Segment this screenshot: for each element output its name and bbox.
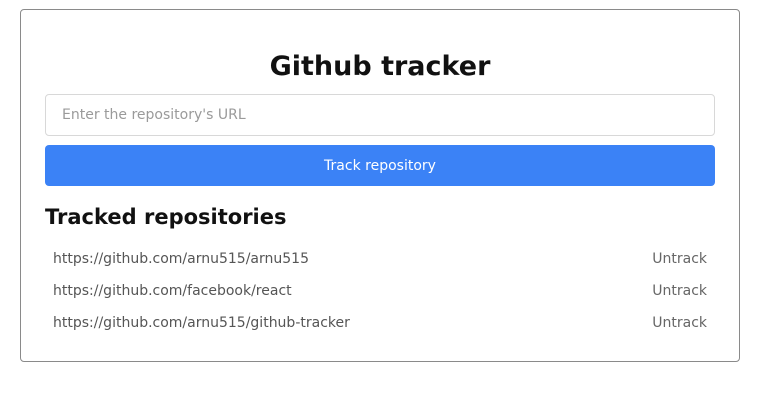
list-item: https://github.com/arnu515/arnu515 Untra… — [45, 243, 715, 275]
untrack-button[interactable]: Untrack — [652, 251, 707, 267]
repository-url: https://github.com/arnu515/arnu515 — [53, 251, 309, 267]
track-repository-button[interactable]: Track repository — [45, 145, 715, 186]
untrack-button[interactable]: Untrack — [652, 315, 707, 331]
page-title: Github tracker — [269, 51, 491, 82]
repository-url-input[interactable] — [45, 94, 715, 136]
list-item: https://github.com/facebook/react Untrac… — [45, 275, 715, 307]
tracked-repositories-heading: Tracked repositories — [45, 205, 287, 229]
tracker-card: Github tracker Track repository Tracked … — [20, 9, 740, 362]
repository-url: https://github.com/facebook/react — [53, 283, 292, 299]
list-item: https://github.com/arnu515/github-tracke… — [45, 307, 715, 339]
repository-url: https://github.com/arnu515/github-tracke… — [53, 315, 350, 331]
tracked-repositories-list: https://github.com/arnu515/arnu515 Untra… — [45, 243, 715, 339]
untrack-button[interactable]: Untrack — [652, 283, 707, 299]
